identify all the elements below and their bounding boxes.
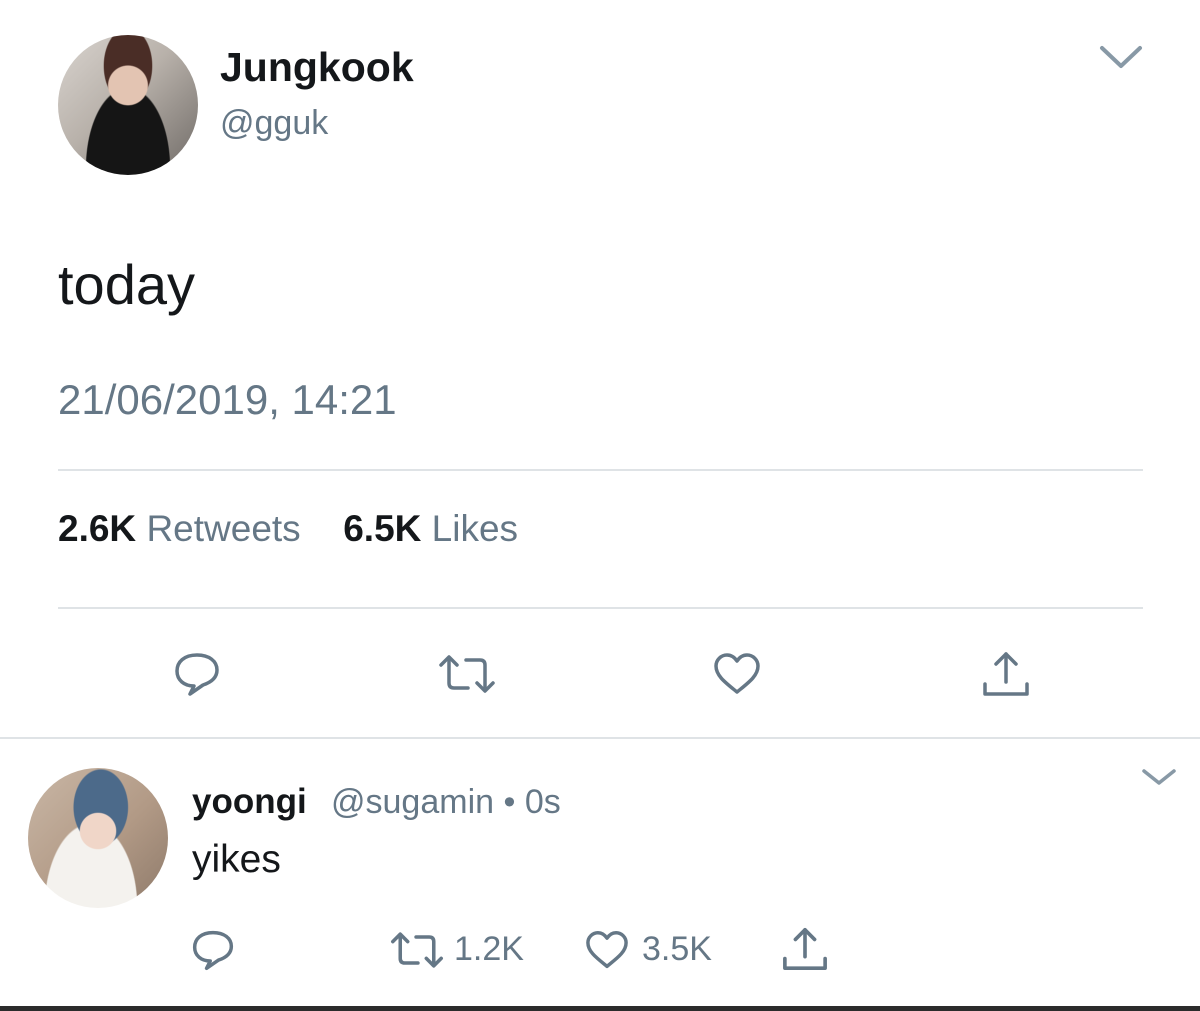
likes-stat[interactable]: 6.5K Likes: [333, 508, 518, 549]
share-icon[interactable]: [980, 650, 1032, 698]
author-handle[interactable]: @gguk: [220, 104, 328, 143]
author-display-name[interactable]: Jungkook: [220, 44, 414, 91]
reply-likes-count[interactable]: 3.5K: [642, 930, 712, 969]
divider: [0, 737, 1200, 739]
likes-count: 6.5K: [343, 508, 422, 549]
tweet-timestamp: 21/06/2019, 14:21: [58, 376, 397, 423]
retweet-icon[interactable]: [390, 930, 444, 970]
share-icon[interactable]: [780, 926, 830, 972]
retweets-count: 2.6K: [58, 508, 137, 549]
retweets-label: Retweets: [146, 508, 301, 549]
tweet-text: today: [58, 253, 195, 316]
chevron-down-icon[interactable]: [1098, 42, 1144, 72]
avatar[interactable]: [58, 35, 198, 175]
divider: [58, 607, 1143, 609]
reply-text: yikes: [192, 838, 281, 881]
retweet-icon[interactable]: [438, 653, 496, 695]
avatar[interactable]: [28, 768, 168, 908]
reply-handle-and-time[interactable]: @sugamin • 0s: [331, 783, 561, 822]
bottom-edge: [0, 1006, 1200, 1011]
reply-author-display-name[interactable]: yoongi: [192, 782, 307, 822]
chevron-down-icon[interactable]: [1140, 766, 1178, 788]
reply-retweets-count[interactable]: 1.2K: [454, 930, 524, 969]
tweet-stats: 2.6K Retweets 6.5K Likes: [58, 508, 518, 550]
reply-icon[interactable]: [172, 650, 222, 698]
reply-icon[interactable]: [190, 928, 236, 972]
like-icon[interactable]: [584, 930, 630, 970]
divider: [58, 469, 1143, 471]
likes-label: Likes: [431, 508, 519, 549]
like-icon[interactable]: [712, 652, 762, 696]
retweets-stat[interactable]: 2.6K Retweets: [58, 508, 311, 549]
